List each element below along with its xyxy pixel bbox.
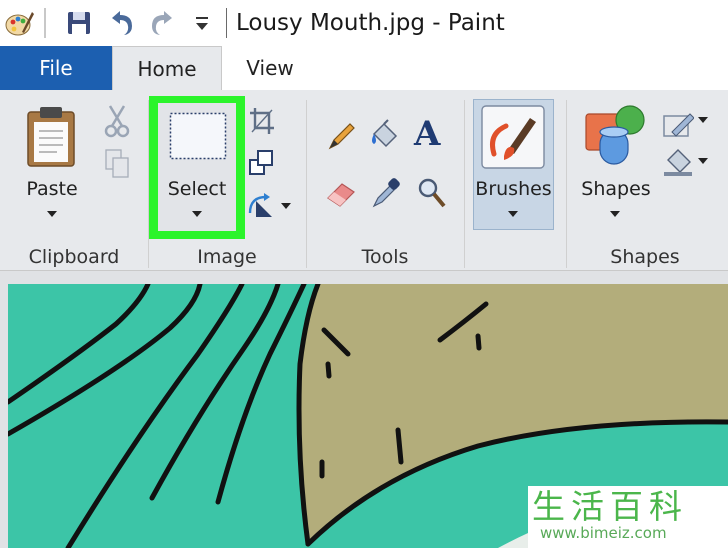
tab-file[interactable]: File xyxy=(0,46,112,90)
color-picker-icon[interactable] xyxy=(370,176,402,210)
text-tool-icon[interactable]: A xyxy=(414,114,440,154)
image-group-label: Image xyxy=(197,246,257,268)
window-title: Lousy Mouth.jpg - Paint xyxy=(236,10,505,36)
select-dropdown-arrow[interactable] xyxy=(192,211,202,217)
outline-icon[interactable] xyxy=(662,110,694,138)
redo-icon[interactable] xyxy=(148,8,178,38)
paint-app-icon[interactable] xyxy=(4,8,34,38)
cut-icon[interactable] xyxy=(104,104,130,138)
brushes-dropdown-arrow[interactable] xyxy=(508,211,518,217)
customize-quick-access-icon[interactable] xyxy=(190,8,220,38)
watermark-url: www.bimeiz.com xyxy=(540,524,667,542)
tab-home[interactable]: Home xyxy=(112,46,222,90)
magnifier-icon[interactable] xyxy=(416,176,448,210)
group-separator xyxy=(464,100,465,268)
fill-dropdown-arrow[interactable] xyxy=(698,158,708,164)
brush-icon[interactable] xyxy=(480,104,546,170)
shapes-group-label: Shapes xyxy=(610,246,680,268)
crop-icon[interactable] xyxy=(248,106,276,136)
pencil-icon[interactable] xyxy=(326,120,358,152)
select-icon[interactable] xyxy=(169,112,227,160)
resize-icon[interactable] xyxy=(248,148,276,178)
title-bar: Lousy Mouth.jpg - Paint xyxy=(0,0,728,46)
clipboard-group-label: Clipboard xyxy=(28,246,120,268)
paste-icon[interactable] xyxy=(24,106,80,168)
select-label[interactable]: Select xyxy=(158,178,236,200)
outline-dropdown-arrow[interactable] xyxy=(698,117,708,123)
tab-view[interactable]: View xyxy=(222,46,318,90)
eraser-icon[interactable] xyxy=(324,178,358,208)
shapes-icon[interactable] xyxy=(584,104,648,168)
paste-dropdown-arrow[interactable] xyxy=(47,211,57,217)
rotate-dropdown-arrow[interactable] xyxy=(281,203,291,209)
shapes-label[interactable]: Shapes xyxy=(574,178,658,200)
group-separator xyxy=(566,100,567,268)
fill-bucket-icon[interactable] xyxy=(368,118,402,152)
copy-icon[interactable] xyxy=(104,148,130,180)
tools-group-label: Tools xyxy=(361,246,409,268)
shapes-dropdown-arrow[interactable] xyxy=(610,211,620,217)
watermark-logo-text: 生活百科 xyxy=(532,487,688,526)
group-separator xyxy=(306,100,307,268)
rotate-icon[interactable] xyxy=(246,191,276,221)
brushes-label[interactable]: Brushes xyxy=(473,178,554,200)
save-icon[interactable] xyxy=(64,8,94,38)
title-separator xyxy=(226,8,227,38)
quick-access-divider xyxy=(44,8,46,38)
watermark: 生活百科 www.bimeiz.com xyxy=(528,486,728,548)
undo-icon[interactable] xyxy=(106,8,136,38)
paste-label[interactable]: Paste xyxy=(12,178,92,200)
ribbon-tab-bar: File Home View xyxy=(0,46,728,90)
fill-icon[interactable] xyxy=(662,146,694,178)
